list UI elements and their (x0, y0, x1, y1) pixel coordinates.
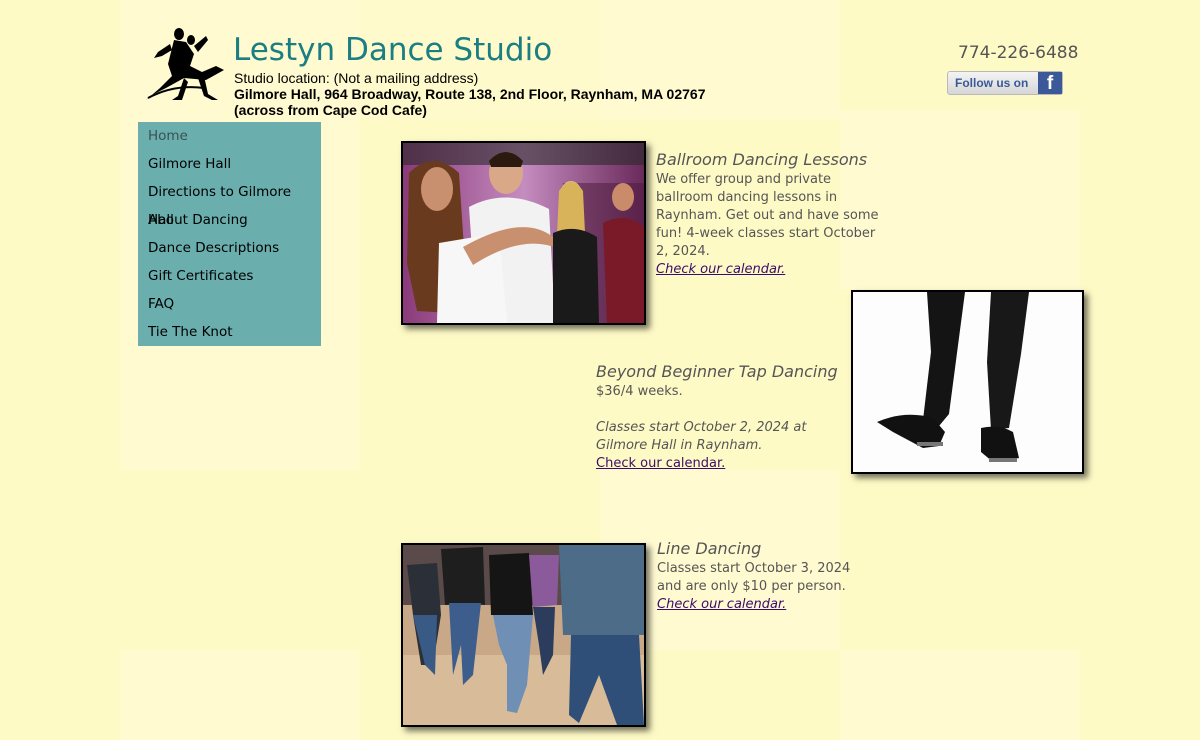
site-title[interactable]: Lestyn Dance Studio (233, 30, 552, 70)
facebook-icon: f (1038, 72, 1062, 94)
facebook-follow-button[interactable]: Follow us on f (947, 71, 1063, 95)
nav-item-home[interactable]: Home (138, 122, 321, 150)
ballroom-line: We offer group and private (656, 172, 832, 187)
tap-shoes-photo (851, 290, 1084, 474)
ballroom-line: 2, 2024. (656, 244, 710, 259)
ballroom-line: fun! 4-week classes start October (656, 226, 876, 241)
phone-number: 774-226-6488 (958, 43, 1079, 63)
nav-item-gilmore-hall[interactable]: Gilmore Hall (138, 150, 321, 178)
location-label: Studio location: (Not a mailing address) (234, 70, 479, 86)
ballroom-line: ballroom dancing lessons in (656, 190, 838, 205)
studio-landmark: (across from Cape Cod Cafe) (234, 102, 427, 118)
studio-address: Gilmore Hall, 964 Broadway, Route 138, 2… (234, 86, 706, 102)
follow-label: Follow us on (955, 76, 1029, 90)
dancers-logo[interactable] (144, 26, 226, 102)
line-dancing-description: Classes start October 3, 2024 and are on… (657, 560, 850, 596)
bg-tile (120, 650, 360, 740)
tap-calendar-link[interactable]: Check our calendar. (596, 455, 725, 473)
sidebar-nav: Home Gilmore Hall Directions to Gilmore … (138, 122, 321, 346)
ballroom-line: Raynham. Get out and have some (656, 208, 879, 223)
ballroom-title: Ballroom Dancing Lessons (656, 150, 868, 169)
line-dancing-title: Line Dancing (657, 539, 762, 558)
nav-item-gift-certificates[interactable]: Gift Certificates (138, 262, 321, 290)
line-dancing-photo (401, 543, 646, 727)
tap-note: Classes start October 2, 2024 at Gilmore… (596, 419, 807, 455)
ballroom-photo (401, 141, 646, 325)
bg-tile (840, 650, 1080, 740)
tap-note-line: Gilmore Hall in Raynham. (596, 438, 763, 453)
nav-item-about-dancing[interactable]: About Dancing (138, 206, 321, 234)
bg-tile (600, 0, 840, 120)
line-dancing-calendar-link[interactable]: Check our calendar. (657, 596, 786, 614)
ballroom-calendar-link[interactable]: Check our calendar. (656, 261, 785, 279)
tap-title: Beyond Beginner Tap Dancing (596, 362, 838, 381)
nav-item-tie-the-knot[interactable]: Tie The Knot (138, 318, 321, 346)
nav-item-faq[interactable]: FAQ (138, 290, 321, 318)
nav-item-dance-descriptions[interactable]: Dance Descriptions (138, 234, 321, 262)
tap-note-line: Classes start October 2, 2024 at (596, 420, 807, 435)
line-dancing-line: Classes start October 3, 2024 (657, 561, 851, 576)
ballroom-description: We offer group and private ballroom danc… (656, 171, 879, 261)
line-dancing-line: and are only $10 per person. (657, 579, 846, 594)
nav-item-directions[interactable]: Directions to Gilmore Hall (138, 178, 321, 228)
tap-price: $36/4 weeks. (596, 384, 683, 399)
